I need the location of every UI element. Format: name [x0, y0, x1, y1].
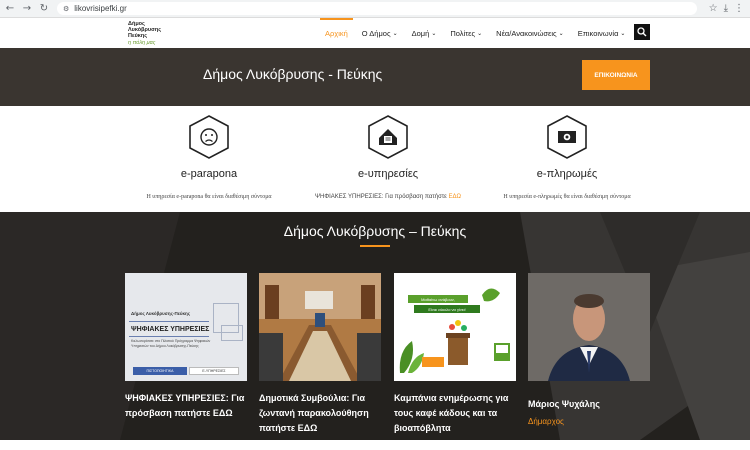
card-title[interactable]: ΨΗΦΙΑΚΕΣ ΥΠΗΡΕΣΙΕΣ: Για πρόσβαση πατήστε… [125, 391, 255, 421]
services-section: e-parapona Η υπηρεσία e-parapona θα είνα… [0, 106, 750, 212]
chevron-down-icon: ⌄ [558, 29, 564, 37]
menu-label: Ο Δήμος [361, 28, 391, 38]
url-text: likovrisipefki.gr [74, 4, 127, 13]
card-thumbnail[interactable] [259, 273, 381, 381]
site-logo[interactable]: Δήμος Λυκόβρυσης Πεύκης η πόλη μας [128, 21, 178, 46]
heading-underline [360, 245, 390, 247]
thumb-graphic [221, 325, 243, 341]
service-title: e-parapona [180, 168, 238, 180]
menu-item-citizens[interactable]: Πολίτες ⌄ [443, 18, 489, 48]
contact-button[interactable]: ΕΠΙΚΟΙΝΩΝΙΑ [582, 60, 650, 90]
thumb-text: ΨΗΦΙΑΚΕΣ ΥΠΗΡΕΣΙΕΣ [131, 326, 210, 333]
chevron-down-icon: ⌄ [477, 29, 483, 37]
menu-item-municipality[interactable]: Ο Δήμος ⌄ [355, 18, 405, 48]
menu-label: Αρχική [325, 28, 348, 38]
address-bar[interactable]: ⚙ likovrisipefki.gr [57, 2, 697, 15]
thumb-graphic [399, 288, 510, 373]
main-menu: Αρχική Ο Δήμος ⌄ Δομή ⌄ Πολίτες ⌄ Νέα/Ανακο… [318, 18, 632, 48]
menu-item-contact[interactable]: Επικοινωνία ⌄ [571, 18, 633, 48]
chevron-down-icon: ⌄ [431, 29, 437, 37]
menu-label: Νέα/Ανακοινώσεις [496, 28, 557, 38]
service-description: Η υπηρεσία e-πληρωμές θα είναι διαθέσιμη… [503, 194, 631, 200]
sad-face-icon [189, 115, 229, 159]
forward-icon[interactable]: → [20, 2, 34, 16]
thumb-button: ΠΙΣΤΟΠΟΙΗΤΙΚΑ [133, 367, 187, 375]
back-icon[interactable]: ← [3, 2, 17, 16]
menu-item-home[interactable]: Αρχική [318, 18, 355, 48]
menu-label: Πολίτες [450, 28, 476, 38]
page-bottom [0, 440, 750, 450]
thumb-text: Καλωσορίσατε στο Πιλοτικό Πρόγραμμα Ψηφι… [131, 339, 211, 348]
site-header: Δήμος Λυκόβρυσης Πεύκης η πόλη μας Αρχικ… [0, 18, 750, 48]
service-title: e-πληρωμές [536, 168, 598, 180]
browser-toolbar: ← → ↻ ⚙ likovrisipefki.gr ☆ ⤓ ⋮ [0, 0, 750, 18]
hero-title: Δήμος Λυκόβρυσης - Πεύκης [203, 66, 383, 82]
service-title: e-υπηρεσίες [357, 168, 419, 180]
menu-item-news[interactable]: Νέα/Ανακοινώσεις ⌄ [489, 18, 571, 48]
chevron-down-icon: ⌄ [392, 29, 398, 37]
logo-tagline: η πόλη μας [128, 39, 156, 46]
site-info-icon[interactable]: ⚙ [63, 5, 69, 13]
bookmark-star-icon[interactable]: ☆ [709, 3, 718, 14]
mayor-photo[interactable] [528, 273, 650, 381]
thumb-text: Δήμος Λυκόβρυσης-Πεύκης [131, 311, 191, 316]
reload-icon[interactable]: ↻ [37, 2, 51, 16]
hero-banner: Δήμος Λυκόβρυσης - Πεύκης ΕΠΙΚΟΙΝΩΝΙΑ [0, 48, 750, 106]
money-icon [547, 115, 587, 159]
search-icon [637, 27, 647, 37]
news-heading: Δήμος Λυκόβρυσης – Πεύκης [283, 223, 467, 239]
card-title[interactable]: Δημοτικά Συμβούλια: Για ζωντανή παρακολο… [259, 391, 389, 436]
menu-label: Επικοινωνία [577, 28, 619, 38]
home-document-icon [368, 115, 408, 159]
menu-item-structure[interactable]: Δομή ⌄ [405, 18, 444, 48]
menu-label: Δομή [411, 28, 430, 38]
card-title[interactable]: Καμπάνια ενημέρωσης για τους καφέ κάδους… [394, 391, 524, 436]
thumb-button: Ε-ΥΠΗΡΕΣΙΕΣ [189, 367, 239, 375]
mayor-name[interactable]: Μάριος Ψυχάλης [528, 397, 658, 412]
menu-icon[interactable]: ⋮ [734, 3, 744, 14]
mayor-role: Δήμαρχος [528, 417, 564, 426]
thumb-divider [129, 336, 209, 337]
news-section: Δήμος Λυκόβρυσης – Πεύκης Δήμος Λυκόβρυσ… [0, 212, 750, 440]
card-thumbnail[interactable]: Μαθαίνω ανάβουν, Είναι εύκολο να γίνει! [394, 273, 516, 381]
card-thumbnail[interactable]: Δήμος Λυκόβρυσης-Πεύκης ΨΗΦΙΑΚΕΣ ΥΠΗΡΕΣΙ… [125, 273, 247, 381]
thumb-divider [129, 321, 209, 322]
chevron-down-icon: ⌄ [620, 29, 626, 37]
download-icon[interactable]: ⤓ [724, 3, 728, 14]
search-button[interactable] [634, 24, 650, 40]
